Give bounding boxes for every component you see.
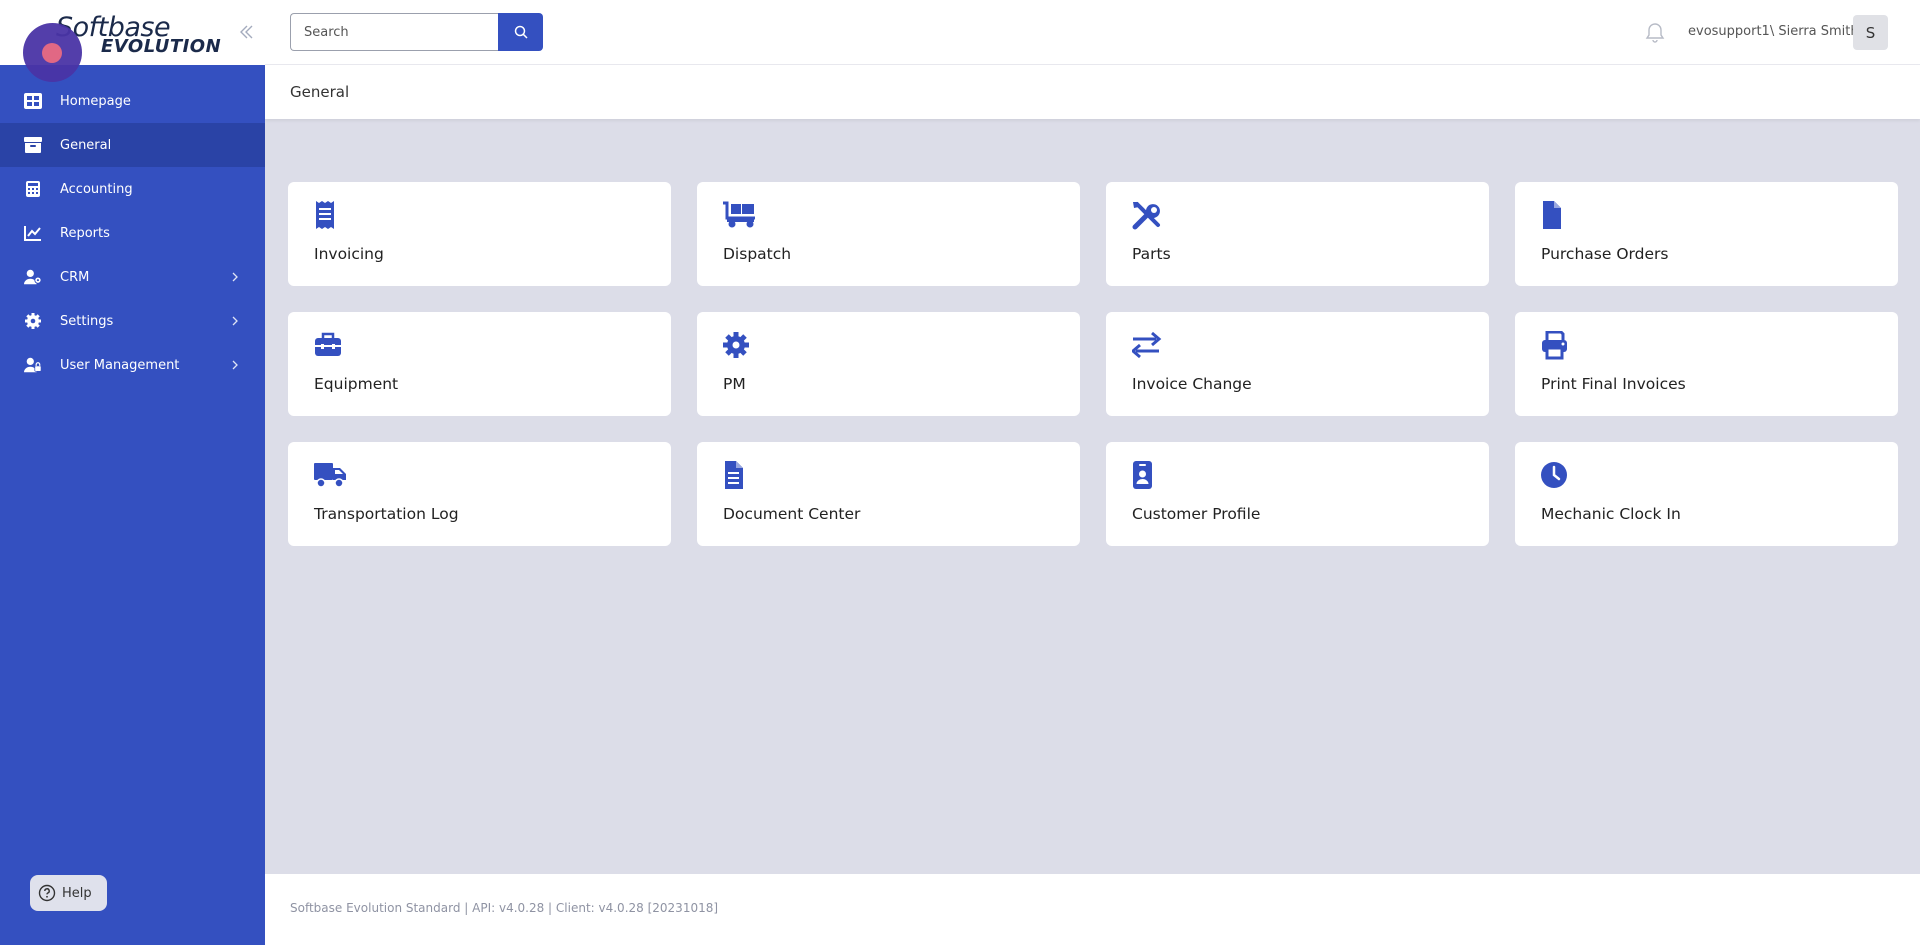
sidebar-item-label: Reports (60, 225, 110, 241)
sidebar-item-user-management[interactable]: User Management (0, 343, 265, 387)
logo-area: Softbase EVOLUTION (0, 0, 265, 82)
user-name[interactable]: evosupport1\ Sierra Smith (1688, 24, 1859, 39)
bell-icon[interactable] (1645, 22, 1665, 44)
question-circle-icon (38, 884, 56, 902)
sidebar-item-label: Homepage (60, 93, 131, 109)
tile-invoicing[interactable]: Invoicing (288, 182, 671, 286)
recording-indicator-icon (23, 23, 82, 82)
sidebar-item-accounting[interactable]: Accounting (0, 167, 265, 211)
gear-icon (723, 332, 749, 358)
tile-customer-profile[interactable]: Customer Profile (1106, 442, 1489, 546)
sidebar-item-label: Accounting (60, 181, 133, 197)
sidebar-item-label: CRM (60, 269, 90, 285)
file-icon (1543, 201, 1561, 229)
tile-transportation-log[interactable]: Transportation Log (288, 442, 671, 546)
calculator-icon (26, 181, 40, 197)
tile-label: Parts (1132, 245, 1171, 263)
tile-label: Invoicing (314, 245, 384, 263)
tile-label: Invoice Change (1132, 375, 1252, 393)
logo-line2: EVOLUTION (101, 36, 222, 57)
gear-icon (25, 313, 41, 329)
chevron-right-icon (232, 360, 238, 370)
tile-parts[interactable]: Parts (1106, 182, 1489, 286)
tile-label: Document Center (723, 505, 861, 523)
collapse-sidebar-icon[interactable] (236, 22, 256, 42)
module-tiles: Invoicing Dispatch Parts Purchase Orders… (288, 182, 1898, 546)
top-header: evosupport1\ Sierra Smith S (265, 0, 1920, 65)
tile-label: Transportation Log (314, 505, 459, 523)
sidebar-item-label: Settings (60, 313, 114, 329)
page-title: General (290, 83, 350, 101)
tile-print-final-invoices[interactable]: Print Final Invoices (1515, 312, 1898, 416)
sidebar-item-homepage[interactable]: Homepage (0, 79, 265, 123)
document-lines-icon (725, 461, 743, 489)
tile-label: Purchase Orders (1541, 245, 1669, 263)
tile-label: Equipment (314, 375, 399, 393)
sidebar-item-crm[interactable]: CRM (0, 255, 265, 299)
tile-pm[interactable]: PM (697, 312, 1080, 416)
tile-label: PM (723, 375, 746, 393)
id-badge-icon (1133, 461, 1152, 489)
toolbox-icon (315, 332, 341, 356)
avatar[interactable]: S (1853, 15, 1888, 50)
help-button[interactable]: Help (30, 875, 107, 911)
sidebar: Softbase EVOLUTION Homepage General Acco… (0, 0, 265, 945)
chevron-right-icon (232, 272, 238, 282)
tile-mechanic-clock-in[interactable]: Mechanic Clock In (1515, 442, 1898, 546)
user-lock-icon (24, 357, 42, 373)
search-button[interactable] (498, 13, 543, 51)
tile-label: Dispatch (723, 245, 792, 263)
sidebar-nav: Homepage General Accounting Reports CRM … (0, 79, 265, 387)
page-title-bar: General (265, 65, 1920, 119)
chevron-right-icon (232, 316, 238, 326)
sidebar-item-reports[interactable]: Reports (0, 211, 265, 255)
clock-icon (1541, 462, 1567, 488)
help-label: Help (62, 885, 92, 901)
tile-label: Print Final Invoices (1541, 375, 1686, 393)
receipt-icon (316, 201, 334, 229)
search-input[interactable] (290, 13, 500, 51)
footer: Softbase Evolution Standard | API: v4.0.… (265, 874, 1920, 945)
tile-document-center[interactable]: Document Center (697, 442, 1080, 546)
search-icon (514, 25, 528, 39)
version-info: Softbase Evolution Standard | API: v4.0.… (290, 901, 719, 915)
tile-invoice-change[interactable]: Invoice Change (1106, 312, 1489, 416)
archive-box-icon (24, 137, 42, 153)
tile-label: Mechanic Clock In (1541, 505, 1681, 523)
exchange-icon (1132, 331, 1162, 359)
sidebar-item-label: User Management (60, 357, 180, 373)
sidebar-item-general[interactable]: General (0, 123, 265, 167)
tile-dispatch[interactable]: Dispatch (697, 182, 1080, 286)
tile-purchase-orders[interactable]: Purchase Orders (1515, 182, 1898, 286)
dolly-icon (723, 201, 755, 228)
print-icon (1542, 331, 1567, 360)
tile-label: Customer Profile (1132, 505, 1261, 523)
sidebar-item-label: General (60, 137, 112, 153)
dashboard-icon (24, 93, 42, 109)
user-gear-icon (24, 269, 42, 285)
tile-equipment[interactable]: Equipment (288, 312, 671, 416)
tools-icon (1132, 202, 1160, 230)
chart-line-icon (24, 226, 41, 241)
sidebar-item-settings[interactable]: Settings (0, 299, 265, 343)
truck-icon (314, 463, 346, 488)
